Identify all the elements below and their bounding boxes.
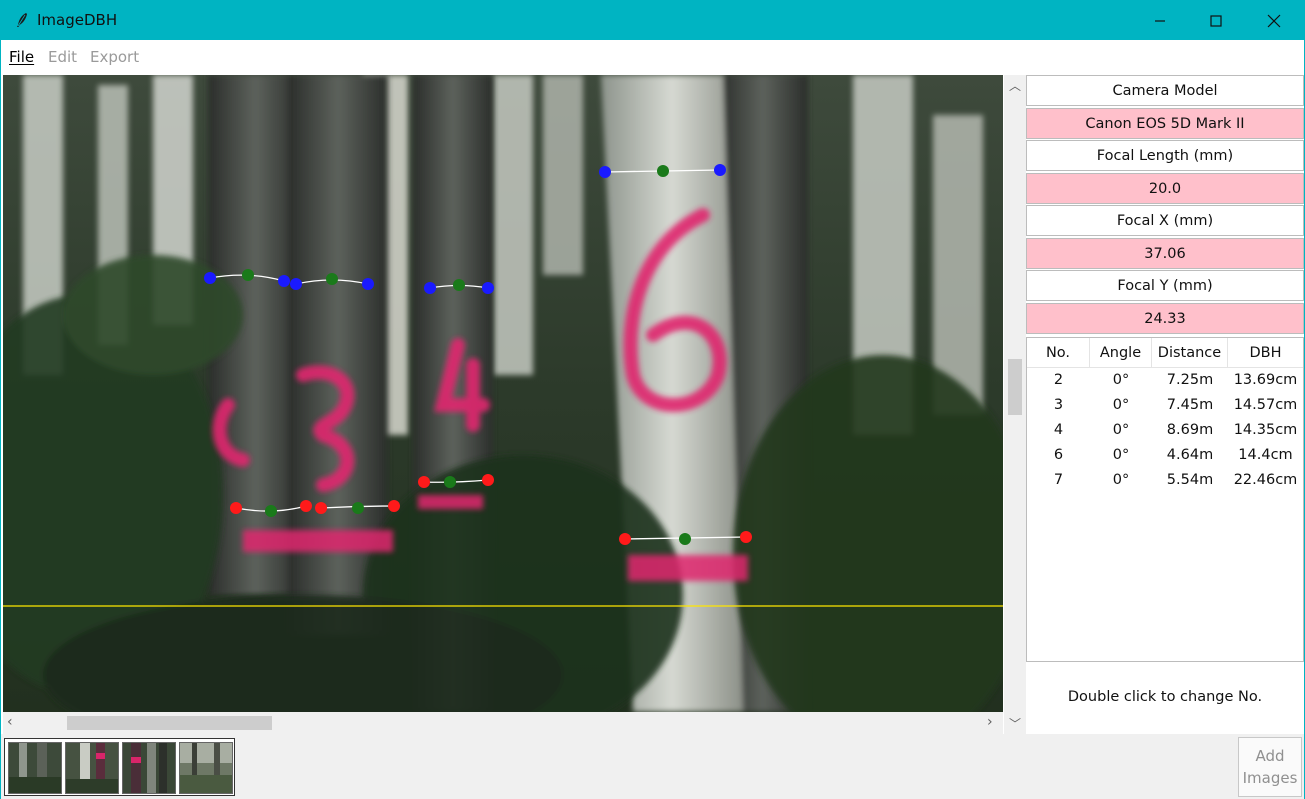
column-header-dbh[interactable]: DBH <box>1228 338 1303 368</box>
cell-distance: 7.25m <box>1166 371 1214 388</box>
title-bar[interactable]: ImageDBH <box>1 1 1304 40</box>
close-button[interactable] <box>1245 1 1303 40</box>
thumbnail-image <box>66 743 118 793</box>
table-row[interactable]: 4 0° 8.69m 14.35cm <box>1027 417 1303 442</box>
cell-no: 3 <box>1053 396 1064 413</box>
table-row[interactable]: 7 0° 5.54m 22.46cm <box>1027 467 1303 492</box>
thumbnail-bar: Add Images <box>1 734 1304 799</box>
cell-angle: 0° <box>1112 471 1130 488</box>
thumbnail-image <box>9 743 61 793</box>
table-row[interactable]: 3 0° 7.45m 14.57cm <box>1027 392 1303 417</box>
add-images-label-line1: Add <box>1255 747 1285 765</box>
app-window: ImageDBH File Edit Export ‹ › ︿ ﹀ Camera… <box>0 0 1305 799</box>
column-header-no[interactable]: No. <box>1027 338 1090 368</box>
table-header: No. Angle Distance DBH <box>1027 338 1303 368</box>
scroll-right-arrow-icon[interactable]: › <box>987 714 993 730</box>
image-thumbnail[interactable] <box>122 742 176 794</box>
minimize-icon <box>1155 19 1165 22</box>
window-title: ImageDBH <box>37 11 118 29</box>
add-images-label-line2: Images <box>1242 769 1298 787</box>
cell-angle: 0° <box>1112 446 1130 463</box>
image-thumbnail[interactable] <box>179 742 233 794</box>
cell-dbh: 14.57cm <box>1233 396 1298 413</box>
column-header-distance[interactable]: Distance <box>1152 338 1228 368</box>
hint-text: Double click to change No. <box>1067 689 1263 705</box>
menu-export[interactable]: Export <box>90 48 139 66</box>
add-images-button[interactable]: Add Images <box>1238 737 1302 797</box>
camera-model-label: Camera Model <box>1026 75 1304 106</box>
feather-icon <box>17 13 27 27</box>
cell-dbh: 13.69cm <box>1233 371 1298 388</box>
maximize-button[interactable] <box>1187 1 1245 40</box>
menu-bar: File Edit Export <box>1 40 1304 74</box>
scroll-down-arrow-icon[interactable]: ﹀ <box>1009 715 1021 732</box>
cell-no: 6 <box>1053 446 1064 463</box>
thumbnail-image <box>180 743 232 793</box>
cell-no: 2 <box>1053 371 1064 388</box>
cell-no: 7 <box>1053 471 1064 488</box>
focal-y-label: Focal Y (mm) <box>1026 270 1304 301</box>
vertical-scrollbar[interactable]: ︿ ﹀ <box>1004 75 1026 734</box>
column-header-angle[interactable]: Angle <box>1090 338 1152 368</box>
focal-length-label: Focal Length (mm) <box>1026 140 1304 171</box>
cell-dbh: 14.4cm <box>1238 446 1293 463</box>
focal-length-field[interactable]: 20.0 <box>1026 173 1304 204</box>
thumbnail-image <box>123 743 175 793</box>
focal-y-field[interactable]: 24.33 <box>1026 303 1304 334</box>
close-icon <box>1267 14 1281 27</box>
cell-distance: 7.45m <box>1166 396 1214 413</box>
horizontal-scrollbar[interactable]: ‹ › <box>3 712 1003 734</box>
forest-photo <box>3 75 1003 712</box>
cell-distance: 8.69m <box>1166 421 1214 438</box>
horizontal-scroll-thumb[interactable] <box>67 716 272 730</box>
table-row[interactable]: 2 0° 7.25m 13.69cm <box>1027 367 1303 392</box>
camera-model-field[interactable]: Canon EOS 5D Mark II <box>1026 108 1304 139</box>
image-thumbnail[interactable] <box>8 742 62 794</box>
minimize-button[interactable] <box>1131 1 1189 40</box>
table-row[interactable]: 6 0° 4.64m 14.4cm <box>1027 442 1303 467</box>
focal-x-field[interactable]: 37.06 <box>1026 238 1304 269</box>
scroll-left-arrow-icon[interactable]: ‹ <box>7 714 13 730</box>
menu-edit[interactable]: Edit <box>48 48 77 66</box>
cell-distance: 4.64m <box>1166 446 1214 463</box>
cell-angle: 0° <box>1112 396 1130 413</box>
image-canvas[interactable] <box>3 75 1003 712</box>
results-table: No. Angle Distance DBH 2 0° 7.25m 13.69c… <box>1026 337 1304 662</box>
menu-file[interactable]: File <box>9 48 34 66</box>
vertical-scroll-thumb[interactable] <box>1008 359 1022 415</box>
cell-dbh: 14.35cm <box>1233 421 1298 438</box>
cell-dbh: 22.46cm <box>1233 471 1298 488</box>
cell-angle: 0° <box>1112 421 1130 438</box>
cell-angle: 0° <box>1112 371 1130 388</box>
cell-distance: 5.54m <box>1166 471 1214 488</box>
cell-no: 4 <box>1053 421 1064 438</box>
thumbnail-strip <box>4 738 235 796</box>
focal-x-label: Focal X (mm) <box>1026 205 1304 236</box>
maximize-icon <box>1210 14 1222 27</box>
image-thumbnail[interactable] <box>65 742 119 794</box>
scroll-up-arrow-icon[interactable]: ︿ <box>1009 77 1021 94</box>
